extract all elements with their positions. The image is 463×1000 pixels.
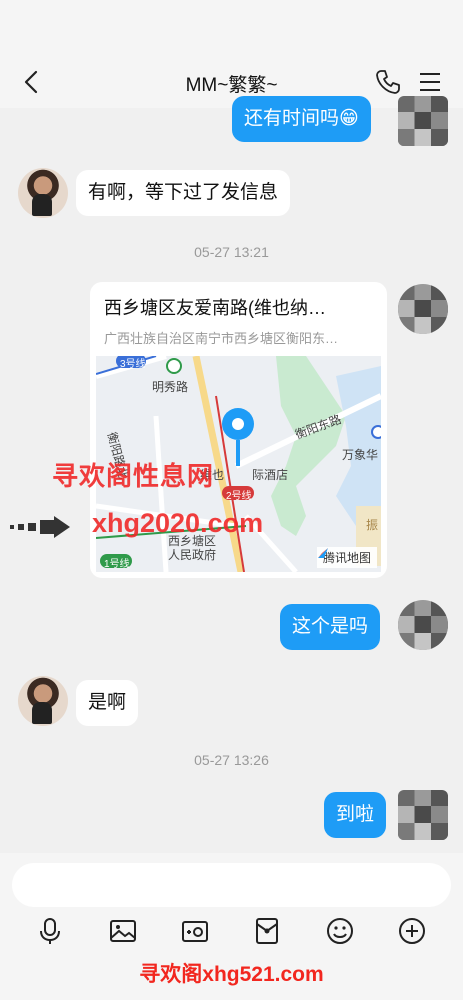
map-label: 人民政府 xyxy=(168,548,217,562)
message-timestamp: 05-27 13:21 xyxy=(194,244,269,260)
arrow-icon xyxy=(10,516,70,538)
map-label: 明秀路 xyxy=(152,380,189,394)
camera-icon[interactable] xyxy=(179,915,211,947)
message-bubble-outgoing[interactable]: 还有时间吗😁 xyxy=(232,96,371,142)
message-bubble-outgoing[interactable]: 到啦 xyxy=(324,792,387,838)
plus-icon[interactable] xyxy=(396,915,428,947)
tencent-map-icon xyxy=(317,548,328,558)
my-avatar[interactable] xyxy=(398,790,448,840)
menu-icon[interactable] xyxy=(416,68,444,96)
my-avatar[interactable] xyxy=(398,600,448,650)
metro-line-label: 3号线 xyxy=(120,359,146,370)
message-bubble-outgoing[interactable]: 这个是吗 xyxy=(280,604,381,650)
watermark-text: xhg2020.com xyxy=(92,508,264,538)
message-bubble-incoming[interactable]: 是啊 xyxy=(76,680,139,726)
map-label: 际酒店 xyxy=(252,468,289,482)
map-provider-badge: 腾讯地图 xyxy=(316,547,377,568)
emoji-icon[interactable] xyxy=(324,915,356,947)
my-avatar[interactable] xyxy=(398,96,448,146)
contact-avatar[interactable] xyxy=(18,676,68,726)
red-packet-icon[interactable] xyxy=(251,915,283,947)
metro-line-label: 1号线 xyxy=(104,559,130,570)
map-label: 振 xyxy=(366,518,379,532)
watermark-text: 寻欢阁xhg521.com xyxy=(139,963,324,986)
message-timestamp: 05-27 13:26 xyxy=(194,752,269,768)
watermark-text: 寻欢阁性息网 xyxy=(52,461,215,491)
message-input[interactable] xyxy=(12,863,451,907)
chat-header: MM~繁繁~ xyxy=(0,0,463,108)
contact-avatar[interactable] xyxy=(18,168,68,218)
map-label: 万象华 xyxy=(342,448,379,462)
message-bubble-incoming[interactable]: 有啊，等下过了发信息 xyxy=(76,170,291,216)
map-provider-name: 腾讯地图 xyxy=(322,551,371,565)
image-icon[interactable] xyxy=(107,915,139,947)
phone-call-icon[interactable] xyxy=(374,68,402,96)
metro-line-label: 2号线 xyxy=(226,491,252,502)
microphone-icon[interactable] xyxy=(34,915,66,947)
location-title: 西乡塘区友爱南路(维也纳… xyxy=(104,298,326,318)
my-avatar[interactable] xyxy=(398,284,448,334)
location-address: 广西壮族自治区南宁市西乡塘区衡阳东… xyxy=(104,331,339,346)
